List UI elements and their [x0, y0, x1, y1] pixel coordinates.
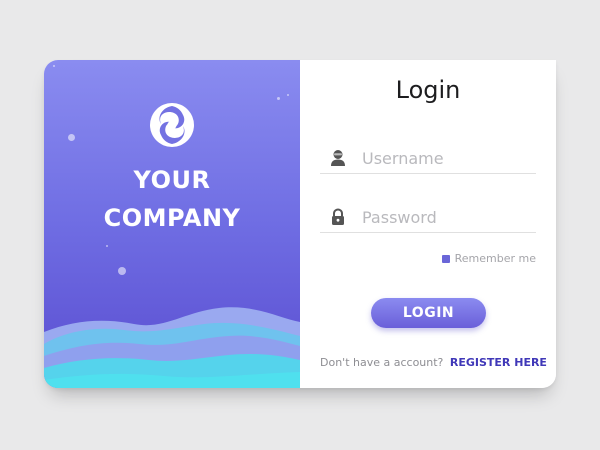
sparkle-dot	[118, 267, 126, 275]
company-name-line1: YOUR	[133, 166, 211, 194]
remember-me-checkbox[interactable]: Remember me	[441, 252, 536, 265]
sparkle-dot	[106, 245, 108, 247]
company-name-line2: COMPANY	[103, 204, 241, 232]
register-link[interactable]: REGISTER HERE	[450, 356, 547, 369]
login-title: Login	[395, 76, 461, 104]
user-icon	[331, 150, 345, 166]
sparkle-dot	[68, 134, 75, 141]
login-button[interactable]: LOGIN	[371, 298, 486, 328]
sparkle-dot	[277, 97, 280, 100]
register-prompt: Don't have a account? REGISTER HERE	[320, 356, 550, 369]
register-prompt-text: Don't have a account?	[320, 356, 444, 369]
password-input[interactable]	[360, 204, 534, 230]
sparkle-dot	[53, 65, 55, 67]
sparkle-dot	[287, 94, 289, 96]
checkbox-icon[interactable]	[441, 254, 450, 263]
brand-panel: YOUR COMPANY	[44, 60, 300, 388]
swirl-icon	[150, 103, 194, 147]
lock-icon	[332, 208, 344, 225]
username-field	[320, 143, 536, 174]
username-input[interactable]	[360, 145, 534, 171]
password-field	[320, 202, 536, 233]
remember-me-label: Remember me	[454, 252, 536, 265]
login-form-panel: Login Remember me LOGIN Don't have a acc…	[300, 60, 556, 388]
wave-decoration	[44, 307, 300, 388]
login-card: YOUR COMPANY Login Username Remember me …	[44, 60, 556, 388]
